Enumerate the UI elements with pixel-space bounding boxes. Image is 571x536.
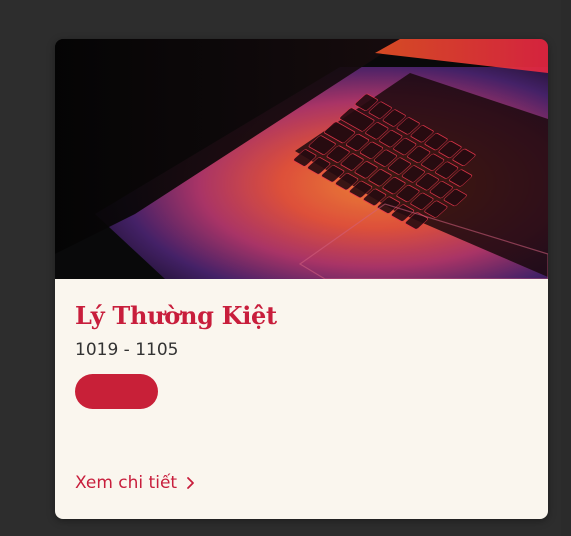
view-details-label: Xem chi tiết <box>75 473 178 493</box>
person-name: Lý Thường Kiệt <box>75 301 277 330</box>
person-years: 1019 - 1105 <box>75 340 179 360</box>
chevron-right-icon <box>185 475 197 491</box>
scrollbar-track[interactable] <box>561 0 571 536</box>
category-tag[interactable] <box>75 374 158 409</box>
person-card: Lý Thường Kiệt 1019 - 1105 Xem chi tiết <box>55 39 548 519</box>
card-hero-image <box>55 39 548 279</box>
view-details-link[interactable]: Xem chi tiết <box>75 473 197 493</box>
